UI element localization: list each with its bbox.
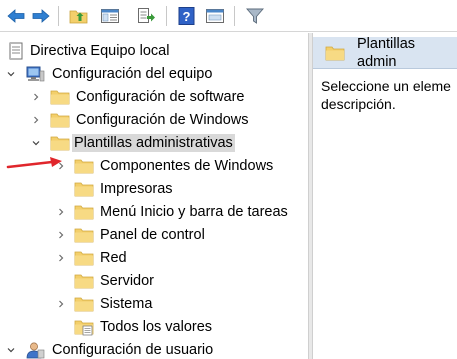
red-arrow-annotation-icon bbox=[6, 157, 62, 169]
toolbar-separator bbox=[58, 6, 59, 26]
details-header: Plantillas admin bbox=[313, 35, 457, 70]
tree-label: Configuración del equipo bbox=[52, 66, 213, 82]
toolbar-separator bbox=[234, 6, 235, 26]
tree-node-root[interactable]: Directiva Equipo local bbox=[0, 40, 300, 62]
folder-icon bbox=[50, 136, 70, 151]
chevron-right-icon[interactable] bbox=[55, 247, 67, 269]
tree-node-all-settings[interactable]: Todos los valores bbox=[0, 316, 300, 338]
tree-node-network[interactable]: Red bbox=[0, 247, 300, 269]
tree-node-server[interactable]: Servidor bbox=[0, 270, 300, 292]
tree-label: Configuración de software bbox=[76, 89, 245, 105]
chevron-down-icon[interactable] bbox=[5, 339, 17, 359]
computer-icon bbox=[26, 66, 45, 82]
chevron-right-icon[interactable] bbox=[55, 293, 67, 315]
folder-icon bbox=[74, 205, 94, 220]
tree-node-system[interactable]: Sistema bbox=[0, 293, 300, 315]
toolbar-separator bbox=[166, 6, 167, 26]
tree-node-windows-settings[interactable]: Configuración de Windows bbox=[0, 109, 300, 131]
filter-icon[interactable] bbox=[243, 4, 267, 28]
export-list-icon[interactable] bbox=[134, 4, 158, 28]
show-hide-tree-icon[interactable] bbox=[98, 4, 122, 28]
tree-node-start-menu[interactable]: Menú Inicio y barra de tareas bbox=[0, 201, 300, 223]
chevron-right-icon[interactable] bbox=[30, 109, 42, 131]
details-title: Plantillas admin bbox=[357, 35, 416, 70]
folder-icon bbox=[325, 46, 345, 60]
details-description: Seleccione un eleme descripción. bbox=[321, 78, 451, 112]
forward-arrow-icon[interactable] bbox=[29, 4, 53, 28]
chevron-right-icon[interactable] bbox=[55, 201, 67, 223]
tree-label: Red bbox=[100, 250, 127, 266]
tree-node-control-panel[interactable]: Panel de control bbox=[0, 224, 300, 246]
tree-label-selected: Plantillas administrativas bbox=[72, 134, 235, 152]
up-folder-icon[interactable] bbox=[67, 4, 91, 28]
chevron-right-icon[interactable] bbox=[30, 86, 42, 108]
tree-label: Impresoras bbox=[100, 181, 173, 197]
tree-node-admin-templates[interactable]: Plantillas administrativas bbox=[0, 132, 300, 154]
chevron-down-icon[interactable] bbox=[5, 63, 17, 85]
tree-label: Menú Inicio y barra de tareas bbox=[100, 204, 288, 220]
tree-node-software-settings[interactable]: Configuración de software bbox=[0, 86, 300, 108]
tree-label: Panel de control bbox=[100, 227, 205, 243]
policy-document-icon bbox=[9, 42, 23, 60]
chevron-down-icon[interactable] bbox=[30, 132, 42, 154]
folder-icon bbox=[74, 159, 94, 174]
folder-icon bbox=[74, 251, 94, 266]
back-arrow-icon[interactable] bbox=[4, 4, 28, 28]
tree-label: Componentes de Windows bbox=[100, 158, 274, 174]
tree-label: Servidor bbox=[100, 273, 154, 289]
toolbar: ? bbox=[0, 0, 457, 32]
folder-icon bbox=[74, 274, 94, 289]
all-settings-folder-icon bbox=[74, 320, 94, 336]
tree-label: Configuración de Windows bbox=[76, 112, 249, 128]
folder-icon bbox=[50, 90, 70, 105]
tree-node-computer-config[interactable]: Configuración del equipo bbox=[0, 63, 300, 85]
folder-icon bbox=[74, 228, 94, 243]
tree-node-user-config[interactable]: Configuración de usuario bbox=[0, 339, 300, 359]
help-icon[interactable]: ? bbox=[175, 4, 199, 28]
svg-text:?: ? bbox=[183, 9, 191, 24]
tree-label: Directiva Equipo local bbox=[30, 43, 170, 59]
folder-icon bbox=[50, 113, 70, 128]
tree-label: Configuración de usuario bbox=[52, 342, 214, 358]
tree-label: Sistema bbox=[100, 296, 153, 312]
user-icon bbox=[26, 342, 45, 359]
details-pane: Plantillas admin Seleccione un eleme des… bbox=[313, 33, 457, 359]
tree-label: Todos los valores bbox=[100, 319, 213, 335]
chevron-right-icon[interactable] bbox=[55, 224, 67, 246]
console-tree: Directiva Equipo local Configuración del… bbox=[0, 33, 308, 359]
folder-icon bbox=[74, 182, 94, 197]
tree-node-printers[interactable]: Impresoras bbox=[0, 178, 300, 200]
extended-view-icon[interactable] bbox=[203, 4, 227, 28]
folder-icon bbox=[74, 297, 94, 312]
